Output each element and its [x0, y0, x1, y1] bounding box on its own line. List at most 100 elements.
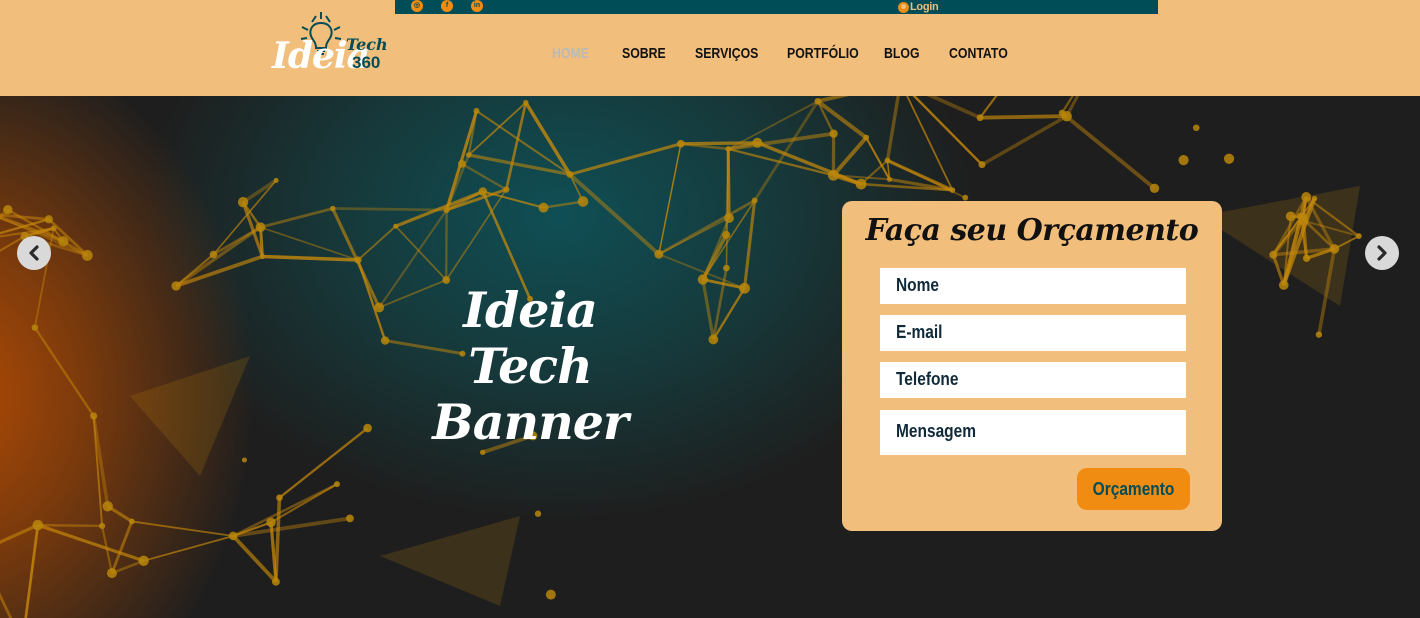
network-node	[949, 187, 956, 193]
site-logo[interactable]: Ideia Tech 360	[272, 12, 388, 78]
network-node	[708, 334, 719, 345]
network-node	[725, 146, 732, 152]
network-node	[255, 222, 266, 233]
quote-form-title: Faça seu Orçamento	[865, 213, 1199, 248]
user-icon	[898, 1, 909, 13]
nav-item-home[interactable]: HOME	[552, 45, 589, 62]
network-node	[751, 197, 758, 204]
nav-item-sobre[interactable]: SOBRE	[622, 45, 666, 62]
network-node	[443, 206, 450, 214]
network-node	[1149, 183, 1160, 194]
network-node	[81, 250, 93, 261]
network-node	[676, 139, 685, 148]
banner-title-line2: Banner	[432, 393, 628, 451]
instagram-icon[interactable]: ◎	[411, 0, 423, 12]
network-node	[241, 457, 247, 463]
network-node	[577, 196, 589, 207]
nav-item-servicos[interactable]: SERVIÇOS	[695, 45, 758, 62]
phone-field[interactable]: Telefone	[880, 362, 1186, 398]
network-node	[102, 501, 113, 512]
prev-slide-button[interactable]	[17, 236, 51, 270]
chevron-left-icon	[29, 245, 39, 261]
network-node	[465, 152, 472, 158]
network-facet	[380, 516, 520, 606]
quote-form: Faça seu Orçamento Nome E-mail Telefone …	[842, 201, 1222, 531]
network-node	[259, 253, 266, 260]
logo-text-360: 360	[352, 53, 381, 72]
network-node	[380, 336, 390, 345]
network-node	[128, 518, 135, 525]
network-node	[458, 159, 466, 168]
network-node	[273, 177, 279, 183]
network-node	[393, 223, 399, 229]
phone-placeholder: Telefone	[896, 369, 959, 389]
network-node	[266, 517, 276, 528]
message-placeholder: Mensagem	[896, 421, 977, 441]
network-node	[271, 577, 280, 586]
network-node	[228, 531, 238, 541]
nav-item-contato[interactable]: CONTATO	[949, 45, 1008, 62]
network-node	[374, 302, 385, 313]
network-node	[724, 213, 734, 223]
network-node	[90, 412, 98, 420]
network-node	[976, 114, 984, 122]
next-slide-button[interactable]	[1365, 236, 1399, 270]
linkedin-icon[interactable]: in	[471, 0, 483, 12]
network-node	[346, 514, 354, 523]
network-node	[98, 522, 106, 530]
network-node	[723, 264, 730, 272]
network-node	[978, 161, 986, 169]
site-header: ◎ f in Login Ideia Tech 360 HOME SOBRE S…	[0, 0, 1420, 96]
network-node	[1058, 109, 1066, 117]
nav-item-portfolio[interactable]: PORTFÓLIO	[787, 45, 859, 62]
network-node	[697, 274, 709, 285]
login-link[interactable]: Login	[898, 0, 939, 14]
network-node	[654, 249, 664, 259]
network-node	[209, 250, 218, 259]
logo-text-tech: Tech	[346, 35, 388, 54]
login-label: Login	[910, 1, 939, 13]
facebook-icon[interactable]: f	[441, 0, 453, 12]
network-facet	[130, 356, 250, 476]
network-node	[31, 324, 39, 331]
network-node	[752, 137, 763, 148]
nav-item-blog[interactable]: BLOG	[884, 45, 920, 62]
network-node	[3, 205, 13, 215]
network-node	[1315, 331, 1323, 338]
chevron-right-icon	[1377, 245, 1387, 261]
network-node	[884, 157, 891, 164]
network-node	[1223, 153, 1235, 164]
name-field[interactable]: Nome	[880, 268, 1186, 304]
network-node	[566, 171, 574, 178]
network-node	[354, 256, 362, 264]
network-node	[722, 230, 731, 239]
network-node	[855, 178, 867, 190]
banner-title: Ideia Tech Banner	[400, 282, 660, 450]
email-field[interactable]: E-mail	[880, 315, 1186, 351]
network-node	[276, 494, 283, 501]
submit-quote-label: Orçamento	[1092, 478, 1175, 499]
network-node	[44, 215, 53, 224]
network-node	[886, 176, 893, 182]
network-node	[523, 99, 529, 106]
network-node	[334, 481, 341, 488]
network-node	[534, 510, 542, 517]
submit-quote-button[interactable]: Orçamento	[1077, 468, 1190, 510]
network-node	[828, 169, 839, 181]
network-node	[171, 281, 181, 291]
network-node	[237, 196, 249, 208]
top-bar: ◎ f in	[395, 0, 1158, 14]
network-node	[473, 107, 480, 114]
network-node	[478, 187, 488, 196]
network-node	[829, 129, 838, 138]
network-node	[329, 205, 336, 212]
network-node	[58, 236, 69, 247]
network-node	[32, 519, 44, 531]
message-field[interactable]: Mensagem	[880, 410, 1186, 455]
network-node	[538, 202, 549, 213]
email-placeholder: E-mail	[896, 322, 943, 342]
network-node	[1192, 124, 1200, 132]
network-node	[962, 194, 969, 201]
network-node	[363, 423, 372, 433]
network-node	[1278, 280, 1289, 290]
